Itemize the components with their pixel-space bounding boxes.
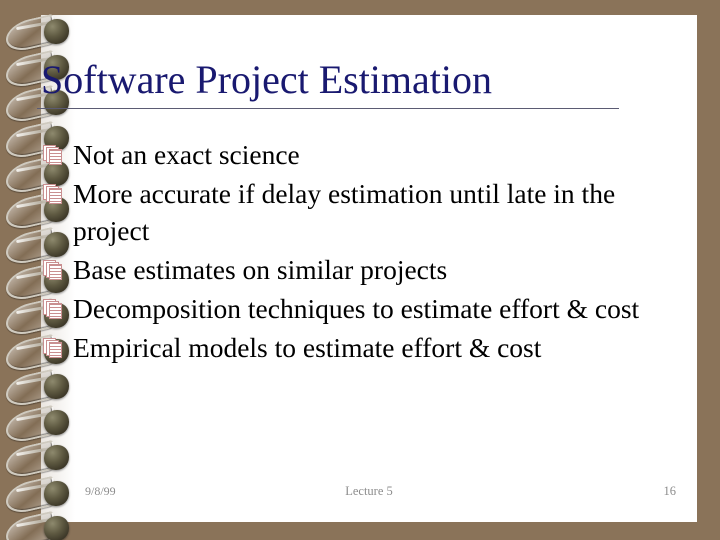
bullet-item: Decomposition techniques to estimate eff…: [43, 290, 653, 327]
slide-footer: 9/8/99 Lecture 5 16: [41, 481, 697, 501]
stacked-pages-icon: [43, 299, 65, 323]
stacked-pages-icon: [43, 184, 65, 208]
bullet-item-label: Not an exact science: [73, 139, 300, 170]
bullet-item: Not an exact science: [43, 136, 653, 173]
bullet-item-label: Empirical models to estimate effort & co…: [73, 332, 542, 363]
stacked-pages-icon: [43, 260, 65, 284]
bullet-item: Base estimates on similar projects: [43, 251, 653, 288]
bullet-list: Not an exact science More accurate if del…: [43, 136, 653, 368]
slide-canvas: Software Project Estimation Not an exact…: [0, 0, 720, 540]
footer-lecture-label: Lecture 5: [345, 484, 393, 498]
stacked-pages-icon: [43, 145, 65, 169]
bullet-item: Empirical models to estimate effort & co…: [43, 329, 653, 366]
bullet-item: More accurate if delay estimation until …: [43, 175, 653, 249]
stacked-pages-icon: [43, 338, 65, 362]
footer-page-number: 16: [663, 484, 677, 498]
page-title: Software Project Estimation: [41, 57, 493, 102]
bullet-item-label: Base estimates on similar projects: [73, 254, 448, 285]
bullet-item-label: Decomposition techniques to estimate eff…: [73, 293, 640, 324]
bullet-item-label: More accurate if delay estimation until …: [73, 178, 616, 246]
title-divider: [37, 108, 619, 109]
